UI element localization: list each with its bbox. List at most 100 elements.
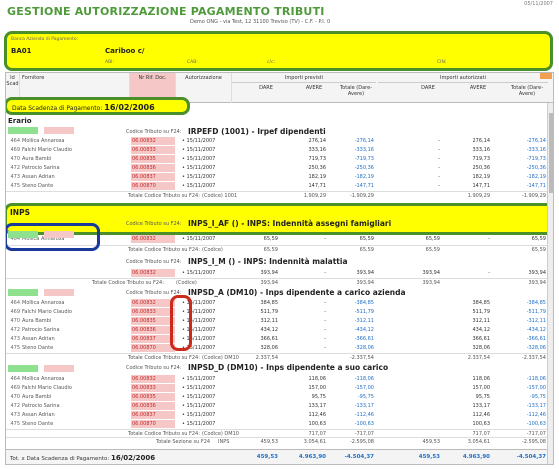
avere-cell: -: [324, 336, 326, 342]
table-row[interactable]: 06.00832 • 15/11/2007 393,94 - 393,94 393,94 -…: [6, 269, 553, 277]
fornitore-cell: Patrocio Sarina: [22, 403, 60, 409]
avere-aut-cell: -: [488, 270, 490, 276]
totale-cell: -118,06: [354, 376, 374, 382]
doc-cell: 06.00835: [131, 155, 175, 163]
table-row[interactable]: 464 Mollica Annarosa 06.00832 • 15/11/2007 2…: [6, 137, 553, 145]
fornitore-cell: Assan Adrian: [22, 412, 55, 418]
scadenza-date: 16/02/2006: [104, 103, 155, 112]
col-totale-aut[interactable]: Totale (Dare-Avere): [506, 85, 548, 97]
table-row[interactable]: 472 Patrocio Sarina 06.00836 • 15/11/2007 43…: [6, 326, 553, 334]
table-row[interactable]: 464 Mollica Annarosa 06.00832 • 15/11/2007 1…: [6, 375, 553, 383]
doc-cell: 06.00836: [131, 164, 175, 172]
avere-aut-cell: 118,06: [472, 376, 491, 382]
authorization-cell[interactable]: • 15/11/2007: [182, 236, 215, 242]
totale-aut-cell: -118,06: [526, 376, 546, 382]
totale-aut-cell: -384,85: [526, 300, 546, 306]
totale-aut-cell: -333,16: [526, 147, 546, 153]
scrollbar-thumb[interactable]: [549, 113, 553, 193]
authorization-cell[interactable]: • 15/11/2007: [182, 376, 215, 382]
grand-dare: 459,53: [256, 454, 278, 460]
avere-cell: 95,75: [311, 394, 326, 400]
table-row[interactable]: 470 Aura Bambi 06.00835 • 15/11/2007 719,73 -…: [6, 155, 553, 163]
table-row[interactable]: 473 Assan Adrian 06.00837 • 15/11/2007 182,1…: [6, 173, 553, 181]
fornitore-cell: Mollica Annarosa: [22, 376, 65, 382]
id-cell: 473: [10, 336, 20, 342]
authorization-cell[interactable]: • 15/11/2007: [182, 421, 215, 427]
table-row[interactable]: 469 Falchi Mario Claudio 06.00833 • 15/11/2…: [6, 384, 553, 392]
avere-cell: -: [324, 345, 326, 351]
inpsd-d-subheader: Codice Tributo su F24: INPSD_D (DM10) - …: [126, 363, 389, 372]
fornitore-cell: Aura Bambi: [22, 156, 52, 162]
authorization-cell[interactable]: • 15/11/2007: [182, 165, 215, 171]
id-cell: 469: [10, 309, 20, 315]
vertical-scrollbar[interactable]: [547, 103, 553, 464]
totale-cell: -250,36: [354, 165, 374, 171]
doc-cell: 06.00832: [131, 137, 175, 145]
table-row[interactable]: 472 Patrocio Sarina 06.00836 • 15/11/2007 25…: [6, 164, 553, 172]
table-row[interactable]: 470 Aura Bambi 06.00835 • 15/11/2007 95,75 -9…: [6, 393, 553, 401]
avere-aut-cell: 328,06: [472, 345, 491, 351]
table-row[interactable]: 470 Aura Bambi 06.00835 • 15/11/2007 312,11-…: [6, 317, 553, 325]
avere-cell: -: [324, 300, 326, 306]
grand-avere: 4.963,90: [298, 454, 326, 460]
payments-grid: Id Scad Fornitore Nr Rif. Doc. Autorizza…: [5, 72, 554, 465]
table-row[interactable]: 475 Steno Dante 06.00870 • 15/11/2007 100,63…: [6, 420, 553, 428]
table-row[interactable]: 469 Falchi Mario Claudio 06.00833 • 15/11/2…: [6, 308, 553, 316]
authorization-cell[interactable]: • 15/11/2007: [182, 412, 215, 418]
totale-cell: -95,75: [357, 394, 374, 400]
avere-cell: 182,19: [308, 174, 327, 180]
dare-aut-cell: -: [438, 174, 440, 180]
erario-subheader: Codice Tributo su F24: IRPEFD (1001) - I…: [6, 127, 553, 137]
fornitore-cell: Steno Dante: [22, 345, 54, 351]
avere-aut-cell: 147,71: [472, 183, 491, 189]
table-row[interactable]: 469 Falchi Mario Claudio 06.00833 • 15/11/2…: [6, 146, 553, 154]
authorization-cell[interactable]: • 15/11/2007: [182, 403, 215, 409]
dare-cell: 434,12: [260, 327, 279, 333]
col-avere[interactable]: AVERE: [294, 85, 334, 91]
id-cell: 475: [10, 345, 20, 351]
fornitore-cell: Mollica Annarosa: [22, 300, 65, 306]
totale-cell: -276,14: [354, 138, 374, 144]
avere-cell: 276,14: [308, 138, 327, 144]
bank-name[interactable]: Cariboo c/: [105, 47, 144, 55]
authorization-cell[interactable]: • 15/11/2007: [182, 147, 215, 153]
authorization-cell[interactable]: • 15/11/2007: [182, 138, 215, 144]
dare-cell: 384,85: [260, 300, 279, 306]
id-cell: 470: [10, 318, 20, 324]
table-row[interactable]: 472 Patrocio Sarina 06.00836 • 15/11/2007 13…: [6, 402, 553, 410]
col-dare[interactable]: DARE: [246, 85, 286, 91]
dare-aut-cell: -: [438, 165, 440, 171]
col-avere-aut[interactable]: AVERE: [458, 85, 498, 91]
table-row[interactable]: 475 Steno Dante 06.00870 • 15/11/2007 147,71…: [6, 182, 553, 190]
fornitore-cell: Aura Bambi: [22, 394, 52, 400]
authorization-cell[interactable]: • 15/11/2007: [182, 174, 215, 180]
authorization-cell[interactable]: • 15/11/2007: [182, 394, 215, 400]
section-total: Totale Sezione su F24 INPS 459,53 3.054,…: [6, 437, 553, 445]
table-row[interactable]: 475 Steno Dante 06.00870 • 15/11/2007 328,06…: [6, 344, 553, 352]
table-row[interactable]: 464 Mollica Annarosa 06.00832 • 15/11/2007 3…: [6, 299, 553, 307]
id-cell: 472: [10, 165, 20, 171]
totale-aut-cell: -182,19: [526, 174, 546, 180]
id-cell: 473: [10, 412, 20, 418]
id-cell: 470: [10, 156, 20, 162]
green-chip: [8, 231, 38, 238]
authorization-cell[interactable]: • 15/11/2007: [182, 183, 215, 189]
col-totale[interactable]: Totale (Dare-Avere): [336, 85, 376, 97]
totale-cell: -133,17: [354, 403, 374, 409]
grand-dare-aut: 459,53: [418, 454, 440, 460]
authorization-cell[interactable]: • 15/11/2007: [182, 385, 215, 391]
dare-cell: 312,11: [260, 318, 279, 324]
col-dare-aut[interactable]: DARE: [408, 85, 448, 91]
erario-sub-label: Codice Tributo su F24:: [126, 129, 182, 135]
table-row[interactable]: 473 Assan Adrian 06.00837 • 15/11/2007 366,6…: [6, 335, 553, 343]
fornitore-cell: Falchi Mario Claudio: [22, 385, 72, 391]
totale-cell: -366,61: [354, 336, 374, 342]
table-row[interactable]: 473 Assan Adrian 06.00837 • 15/11/2007 112,4…: [6, 411, 553, 419]
avere-aut-cell: -: [488, 236, 490, 242]
avere-aut-cell: 112,46: [472, 412, 491, 418]
abi-label: ABI:: [105, 60, 115, 65]
fornitore-cell: Patrocio Sarina: [22, 165, 60, 171]
authorization-cell[interactable]: • 15/11/2007: [182, 156, 215, 162]
bank-code[interactable]: BA01: [11, 47, 32, 55]
authorization-cell[interactable]: • 15/11/2007: [182, 270, 215, 276]
